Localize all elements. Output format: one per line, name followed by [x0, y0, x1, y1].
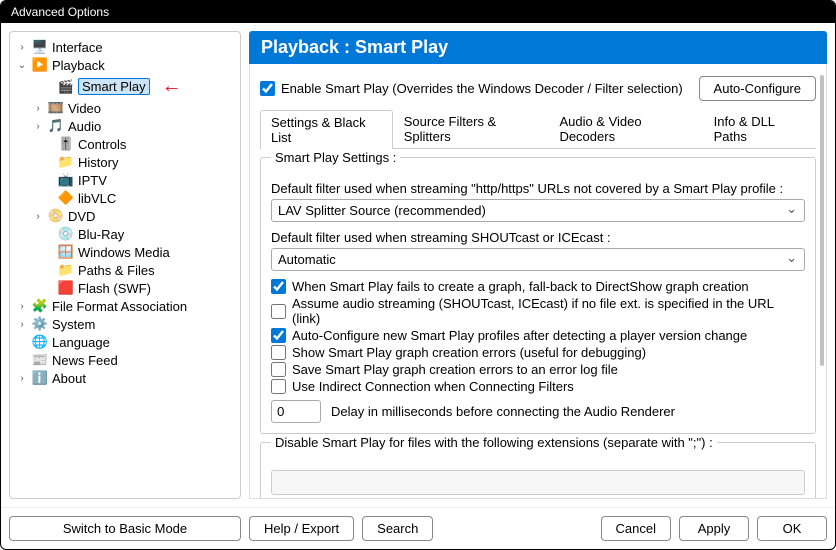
wmp-icon: 🪟 [58, 244, 74, 260]
disable-ext-group: Disable Smart Play for files with the fo… [260, 442, 816, 499]
monitor-icon: 🖥️ [32, 39, 48, 55]
show-errors-checkbox[interactable] [271, 345, 286, 360]
assume-audio-checkbox[interactable] [271, 304, 286, 319]
http-filter-select[interactable]: LAV Splitter Source (recommended) [271, 199, 805, 222]
tree-video[interactable]: ›🎞️Video [14, 99, 236, 117]
flash-icon: 🟥 [58, 280, 74, 296]
assume-audio-label: Assume audio streaming (SHOUTcast, ICEca… [292, 296, 805, 326]
tree-dvd[interactable]: ›📀DVD [14, 207, 236, 225]
tree-history[interactable]: 📁History [14, 153, 236, 171]
tree-interface[interactable]: ›🖥️Interface [14, 38, 236, 56]
tab-settings-blacklist[interactable]: Settings & Black List [260, 110, 393, 149]
tree-iptv[interactable]: 📺IPTV [14, 171, 236, 189]
smartplay-icon: 🎬 [58, 79, 74, 95]
tree-windowsmedia[interactable]: 🪟Windows Media [14, 243, 236, 261]
disable-ext-input[interactable] [271, 470, 805, 495]
shout-filter-label: Default filter used when streaming SHOUT… [271, 230, 805, 245]
save-errors-checkbox[interactable] [271, 362, 286, 377]
tab-source-filters[interactable]: Source Filters & Splitters [393, 109, 549, 148]
enable-smartplay-input[interactable] [260, 81, 275, 96]
enable-smartplay-checkbox[interactable]: Enable Smart Play (Overrides the Windows… [260, 81, 683, 96]
tree-audio[interactable]: ›🎵Audio [14, 117, 236, 135]
history-icon: 📁 [58, 154, 74, 170]
indirect-conn-label: Use Indirect Connection when Connecting … [292, 379, 574, 394]
rss-icon: 📰 [32, 352, 48, 368]
apply-button[interactable]: Apply [679, 516, 749, 541]
globe-icon: 🌐 [32, 334, 48, 350]
tab-av-decoders[interactable]: Audio & Video Decoders [548, 109, 702, 148]
autoconfig-profiles-label: Auto-Configure new Smart Play profiles a… [292, 328, 747, 343]
tree-playback[interactable]: ⌄▶️Playback [14, 56, 236, 74]
music-icon: 🎵 [48, 118, 64, 134]
tree-flash[interactable]: 🟥Flash (SWF) [14, 279, 236, 297]
fallback-label: When Smart Play fails to create a graph,… [292, 279, 749, 294]
assoc-icon: 🧩 [32, 298, 48, 314]
help-export-button[interactable]: Help / Export [249, 516, 354, 541]
tree-language[interactable]: 🌐Language [14, 333, 236, 351]
http-filter-label: Default filter used when streaming "http… [271, 181, 805, 196]
scrollbar[interactable] [818, 75, 826, 491]
enable-smartplay-label: Enable Smart Play (Overrides the Windows… [281, 81, 683, 96]
tv-icon: 📺 [58, 172, 74, 188]
play-icon: ▶️ [32, 57, 48, 73]
gear-icon: ⚙️ [32, 316, 48, 332]
tree-smartplay[interactable]: 🎬Smart Play← [14, 74, 236, 99]
disable-ext-label: Disable Smart Play for files with the fo… [271, 435, 717, 450]
cancel-button[interactable]: Cancel [601, 516, 671, 541]
autoconfig-profiles-checkbox[interactable] [271, 328, 286, 343]
fallback-checkbox[interactable] [271, 279, 286, 294]
tree-bluray[interactable]: 💿Blu-Ray [14, 225, 236, 243]
tab-info-dll[interactable]: Info & DLL Paths [703, 109, 816, 148]
ok-button[interactable]: OK [757, 516, 827, 541]
arrow-indicator-icon: ← [162, 75, 182, 98]
window-titlebar: Advanced Options [1, 1, 835, 23]
group-title: Smart Play Settings : [271, 150, 400, 165]
tree-fileformat[interactable]: ›🧩File Format Association [14, 297, 236, 315]
tree-system[interactable]: ›⚙️System [14, 315, 236, 333]
tree-newsfeed[interactable]: 📰News Feed [14, 351, 236, 369]
auto-configure-button[interactable]: Auto-Configure [699, 76, 816, 101]
tree-libvlc[interactable]: 🔶libVLC [14, 189, 236, 207]
smartplay-settings-group: Smart Play Settings : Default filter use… [260, 157, 816, 434]
delay-input[interactable] [271, 400, 321, 423]
tree-pathsfiles[interactable]: 📁Paths & Files [14, 261, 236, 279]
nav-tree[interactable]: ›🖥️Interface ⌄▶️Playback 🎬Smart Play← ›🎞… [9, 31, 241, 499]
disc-icon: 📀 [48, 208, 64, 224]
info-icon: ℹ️ [32, 370, 48, 386]
bluray-icon: 💿 [58, 226, 74, 242]
sliders-icon: 🎚️ [58, 136, 74, 152]
delay-label: Delay in milliseconds before connecting … [331, 404, 675, 419]
tree-about[interactable]: ›ℹ️About [14, 369, 236, 387]
switch-basic-button[interactable]: Switch to Basic Mode [9, 516, 241, 541]
cone-icon: 🔶 [58, 190, 74, 206]
film-icon: 🎞️ [48, 100, 64, 116]
tabs: Settings & Black List Source Filters & S… [260, 109, 816, 149]
search-button[interactable]: Search [362, 516, 433, 541]
save-errors-label: Save Smart Play graph creation errors to… [292, 362, 618, 377]
show-errors-label: Show Smart Play graph creation errors (u… [292, 345, 646, 360]
indirect-conn-checkbox[interactable] [271, 379, 286, 394]
shout-filter-select[interactable]: Automatic [271, 248, 805, 271]
folder-icon: 📁 [58, 262, 74, 278]
tree-controls[interactable]: 🎚️Controls [14, 135, 236, 153]
page-title: Playback : Smart Play [249, 31, 827, 64]
